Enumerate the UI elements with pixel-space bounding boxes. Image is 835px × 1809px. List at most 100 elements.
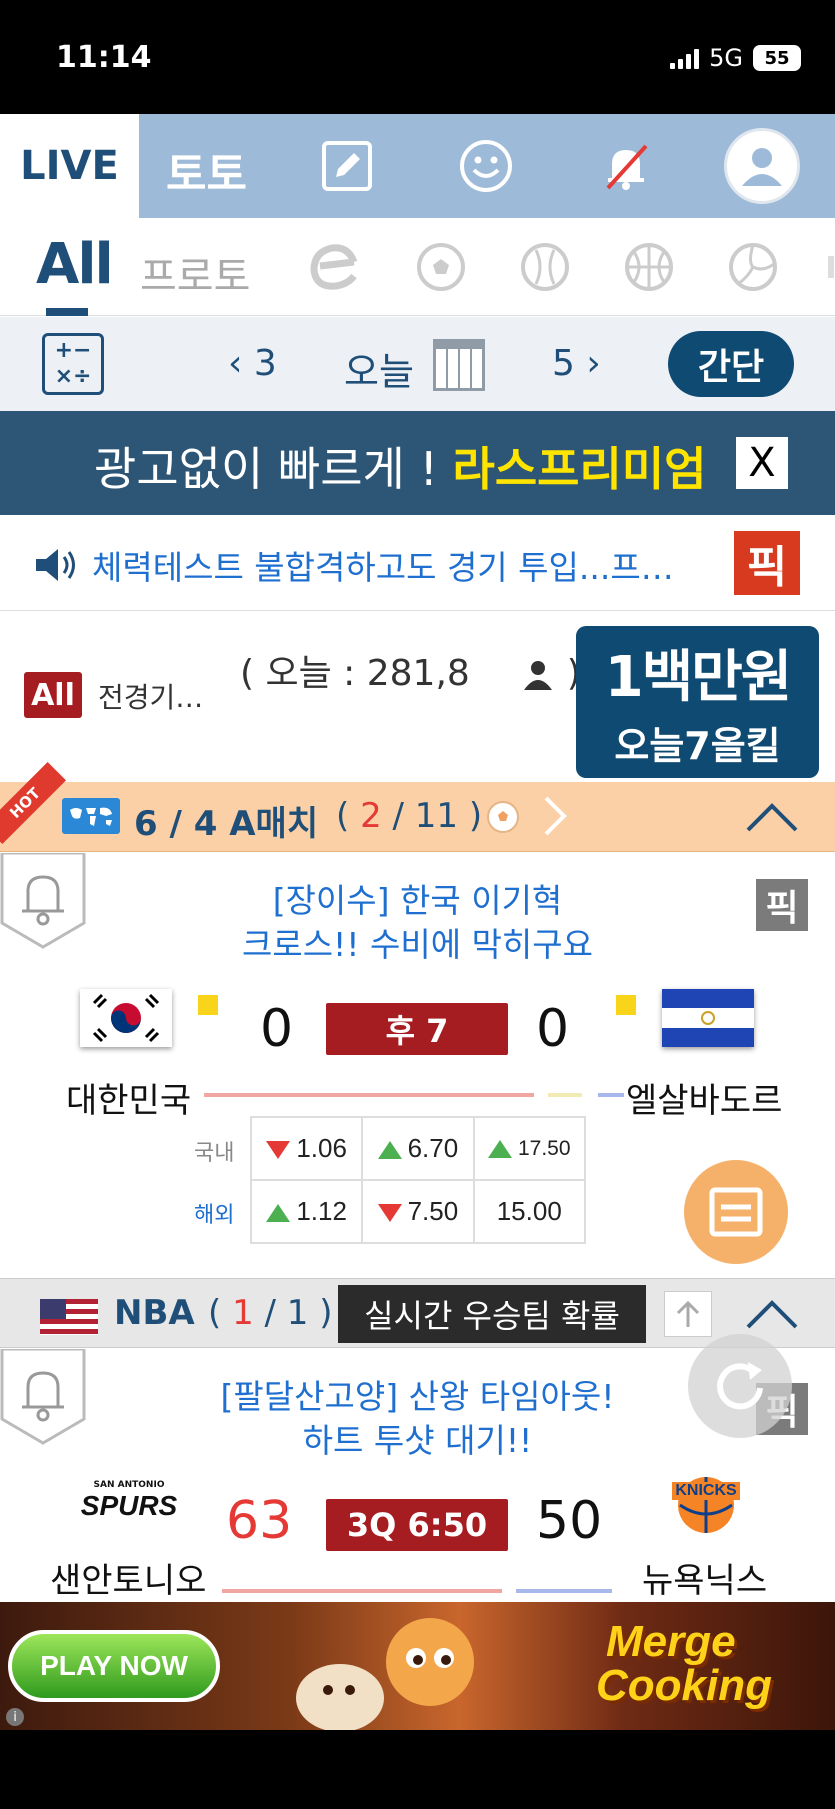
- bell-muted-icon[interactable]: [596, 136, 656, 196]
- all-games-filter[interactable]: 전경기…: [98, 676, 203, 716]
- away-team-name: 엘살바도르: [626, 1081, 783, 1121]
- ticker-text[interactable]: 체력테스트 불합격하고도 경기 투입...프…: [92, 541, 674, 589]
- user-icon: [524, 661, 553, 690]
- promo-banner[interactable]: 1백만원 오늘7올킬: [576, 626, 819, 778]
- us-flag-icon: [40, 1299, 98, 1335]
- premium-ad-banner[interactable]: 광고없이 빠르게 ! 라스프리미엄 X: [0, 411, 835, 515]
- promo-line1: 1백만원: [604, 645, 793, 710]
- home-momentum-bar: [222, 1589, 502, 1593]
- home-momentum-bar: [204, 1093, 534, 1097]
- collapse-chevron-icon[interactable]: [744, 1293, 800, 1333]
- speaker-icon: [34, 545, 80, 585]
- game-ad-banner[interactable]: PLAY NOW Merge Cooking i: [0, 1602, 835, 1730]
- up-arrow-icon: [266, 1204, 291, 1223]
- status-time: 11:14: [56, 40, 152, 75]
- nba-title: NBA: [114, 1293, 195, 1333]
- up-arrow-icon: [377, 1141, 402, 1160]
- close-ad-button[interactable]: X: [736, 437, 788, 489]
- odds-cell[interactable]: 1.12: [249, 1179, 364, 1244]
- away-score: 0: [536, 999, 570, 1059]
- calculator-icon[interactable]: +− ×÷: [42, 333, 104, 395]
- prev-day-button[interactable]: ‹ 3: [228, 343, 277, 384]
- play-now-button[interactable]: PLAY NOW: [8, 1630, 220, 1702]
- amatch-count: ( 2 / 11 ): [336, 796, 483, 836]
- edit-icon[interactable]: [317, 136, 377, 196]
- home-team-name: 샌안토니오: [50, 1561, 207, 1601]
- yellow-card-icon: [198, 995, 218, 1015]
- basketball-icon[interactable]: [624, 242, 674, 292]
- pick-button[interactable]: 픽: [734, 531, 800, 595]
- live-win-probability-button[interactable]: 실시간 우승팀 확률: [338, 1285, 646, 1343]
- next-day-label: 5: [552, 343, 575, 384]
- refresh-icon: [717, 1362, 763, 1410]
- odds-row-domestic: 1.06 6.70 17.50: [249, 1116, 587, 1181]
- list-menu-button[interactable]: [684, 1160, 788, 1264]
- game-character-art: [296, 1618, 474, 1730]
- premium-ad-text: 광고없이 빠르게 ! 라스프리미엄: [94, 442, 707, 496]
- esports-icon[interactable]: [308, 242, 358, 292]
- refresh-button[interactable]: [688, 1334, 792, 1438]
- battery-icon: 55: [753, 45, 801, 71]
- nba-count: ( 1 / 1 ): [208, 1293, 333, 1333]
- odds-cell[interactable]: 1.06: [249, 1116, 364, 1181]
- promo-line2: 오늘7올킬: [614, 724, 781, 768]
- next-day-button[interactable]: 5 ›: [552, 343, 601, 384]
- odds-cell[interactable]: 6.70: [361, 1116, 475, 1181]
- chevron-right-icon[interactable]: [540, 794, 570, 848]
- tab-proto[interactable]: 프로토: [140, 244, 250, 302]
- tab-live[interactable]: LIVE: [0, 114, 139, 218]
- tab-toto[interactable]: 토토: [166, 138, 247, 202]
- el-salvador-flag-icon: [662, 989, 754, 1047]
- status-bar: 11:14 5G 55: [0, 0, 835, 114]
- calendar-icon[interactable]: [433, 339, 485, 391]
- prev-day-label: 3: [253, 343, 277, 384]
- korea-flag-icon: [80, 989, 172, 1047]
- home-score: 0: [260, 999, 294, 1059]
- odds-cell[interactable]: 17.50: [472, 1116, 587, 1181]
- up-arrow-icon: [487, 1139, 512, 1158]
- odds-overseas-label: 해외: [194, 1203, 235, 1228]
- profile-icon[interactable]: [724, 128, 800, 204]
- today-label[interactable]: 오늘: [344, 341, 414, 396]
- more-sports-icon[interactable]: [828, 242, 835, 292]
- date-bar: +− ×÷ ‹ 3 오늘 5 › 간단: [0, 317, 835, 411]
- ad-info-icon[interactable]: i: [6, 1708, 24, 1726]
- home-score: 63: [226, 1491, 293, 1551]
- game-count-row: All 전경기… ( 오늘 : 281,8 ) 1백만원 오늘7올킬: [0, 612, 835, 782]
- odds-cell[interactable]: 7.50: [361, 1179, 475, 1244]
- volleyball-icon[interactable]: [728, 242, 778, 292]
- odds-table: 1.06 6.70 17.50 1.12 7.50 15.00: [249, 1116, 587, 1244]
- smile-icon[interactable]: [456, 136, 516, 196]
- soccer-icon[interactable]: [416, 242, 466, 292]
- odds-row-overseas: 1.12 7.50 15.00: [249, 1179, 587, 1244]
- odds-domestic-label: 국내: [194, 1141, 235, 1166]
- match-status: 3Q 6:50: [326, 1499, 508, 1551]
- amatch-section-header[interactable]: HOT 6 / 4 A매치 ( 2 / 11 ): [0, 761, 835, 852]
- tab-all[interactable]: All: [36, 232, 114, 297]
- yellow-card-icon: [616, 995, 636, 1015]
- list-icon: [709, 1187, 763, 1237]
- news-ticker[interactable]: 체력테스트 불합격하고도 경기 투입...프… 픽: [0, 515, 835, 611]
- top-nav: LIVE 토토: [0, 114, 835, 218]
- status-indicators: 5G 55: [670, 44, 801, 72]
- world-map-icon: [62, 798, 120, 834]
- all-badge[interactable]: All: [24, 672, 82, 718]
- premium-ad-highlight: 라스프리미엄: [452, 442, 707, 496]
- odds-cell[interactable]: 15.00: [472, 1179, 587, 1244]
- pick-button[interactable]: 픽: [756, 879, 808, 931]
- neutral-momentum-bar: [548, 1093, 582, 1097]
- soccer-ball-icon: [486, 800, 520, 834]
- bottom-safe-area: [0, 1730, 835, 1809]
- amatch-title: 6 / 4 A매치: [134, 804, 319, 844]
- collapse-chevron-icon[interactable]: [744, 796, 800, 836]
- network-label: 5G: [709, 44, 743, 72]
- home-team-name: 대한민국: [66, 1081, 192, 1121]
- baseball-icon[interactable]: [520, 242, 570, 292]
- sports-tabs: All 프로토: [0, 218, 835, 316]
- scroll-top-icon[interactable]: [664, 1291, 712, 1337]
- away-team-name: 뉴욕닉스: [642, 1561, 768, 1601]
- nba-section-header[interactable]: NBA ( 1 / 1 ) 실시간 우승팀 확률: [0, 1278, 835, 1348]
- away-momentum-bar: [598, 1093, 624, 1097]
- simple-view-button[interactable]: 간단: [668, 331, 794, 397]
- merge-cooking-logo: Merge Cooking: [596, 1617, 772, 1710]
